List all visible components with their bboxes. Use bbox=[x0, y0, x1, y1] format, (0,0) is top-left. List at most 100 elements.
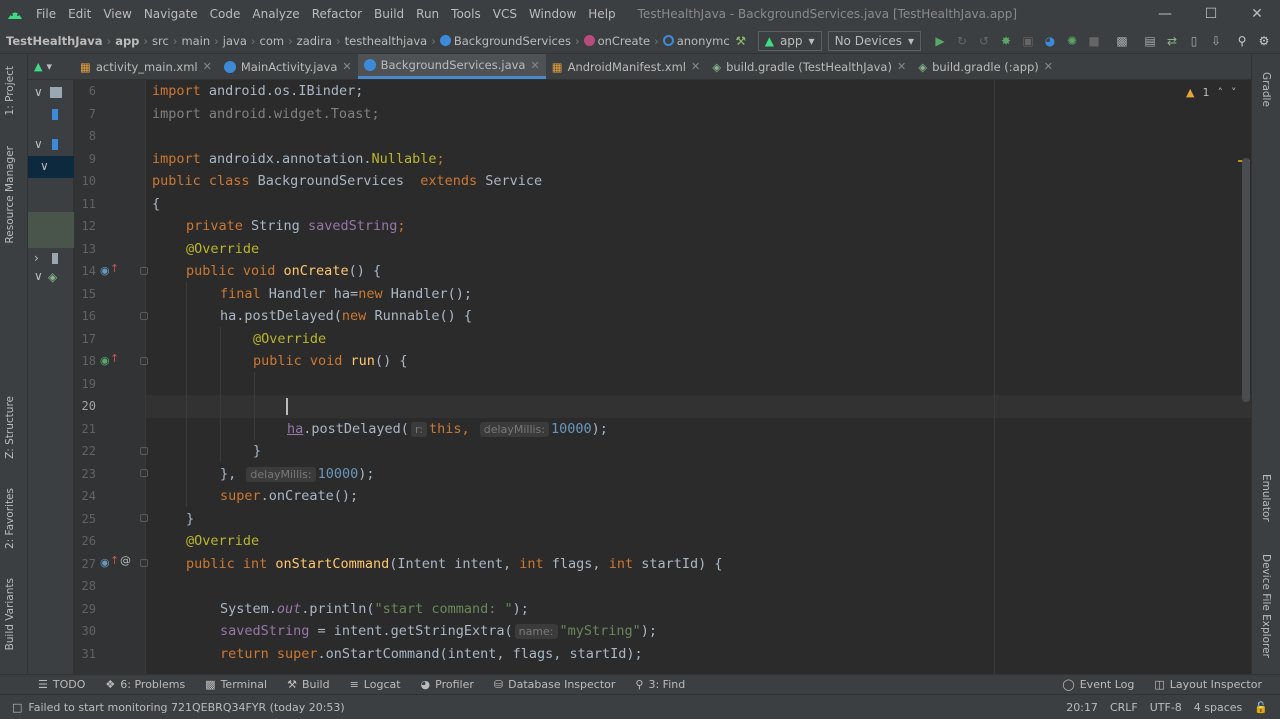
menu-refactor[interactable]: Refactor bbox=[306, 0, 368, 28]
sync-gradle-icon[interactable]: ⇄ bbox=[1161, 30, 1183, 52]
build-tool-button[interactable]: ⚒ Build bbox=[277, 678, 340, 691]
menu-navigate[interactable]: Navigate bbox=[138, 0, 204, 28]
vertical-scrollbar[interactable] bbox=[1242, 158, 1250, 402]
project-structure-icon[interactable]: ▩ bbox=[1111, 30, 1133, 52]
fold-marker[interactable] bbox=[140, 447, 148, 455]
settings-icon[interactable]: ⚙ bbox=[1253, 30, 1275, 52]
tree-row[interactable]: ∨ bbox=[28, 134, 74, 156]
fold-marker[interactable] bbox=[140, 357, 148, 365]
breadcrumb-src[interactable]: src bbox=[152, 34, 169, 48]
menu-tools[interactable]: Tools bbox=[445, 0, 487, 28]
coverage-icon[interactable]: ✺ bbox=[1061, 30, 1083, 52]
tree-row[interactable] bbox=[28, 104, 74, 126]
close-tab-icon[interactable]: ✕ bbox=[897, 60, 906, 73]
tree-row[interactable] bbox=[28, 212, 74, 248]
attach-debugger-icon[interactable]: ▣ bbox=[1017, 30, 1039, 52]
chevron-up-icon[interactable]: ˄ bbox=[1217, 86, 1223, 99]
tab-main-activity-java[interactable]: MainActivity.java ✕ bbox=[218, 54, 358, 79]
close-tab-icon[interactable]: ✕ bbox=[342, 60, 351, 73]
apply-code-changes-icon[interactable]: ↺ bbox=[973, 30, 995, 52]
chevron-down-icon[interactable]: ▾ bbox=[46, 60, 52, 73]
breadcrumb-zadira[interactable]: zadira bbox=[297, 34, 332, 48]
breadcrumb-class[interactable]: BackgroundServices bbox=[454, 34, 571, 48]
close-button[interactable]: ✕ bbox=[1234, 0, 1280, 28]
terminal-tool-button[interactable]: ▩ Terminal bbox=[195, 678, 277, 691]
maximize-button[interactable]: ☐ bbox=[1188, 0, 1234, 28]
menu-run[interactable]: Run bbox=[410, 0, 445, 28]
breadcrumb-app[interactable]: app bbox=[115, 34, 139, 48]
tab-android-manifest-xml[interactable]: ▦ AndroidManifest.xml ✕ bbox=[546, 54, 707, 79]
breadcrumb-method[interactable]: onCreate bbox=[598, 34, 651, 48]
menu-view[interactable]: View bbox=[97, 0, 137, 28]
breadcrumb-project[interactable]: TestHealthJava bbox=[6, 34, 103, 48]
search-icon[interactable]: ⚲ bbox=[1231, 30, 1253, 52]
fold-marker[interactable] bbox=[140, 559, 148, 567]
fold-marker[interactable] bbox=[140, 514, 148, 522]
profile-icon[interactable]: ◕ bbox=[1039, 30, 1061, 52]
fold-marker[interactable] bbox=[140, 469, 148, 477]
tab-build-gradle-app[interactable]: ◈ build.gradle (:app) ✕ bbox=[912, 54, 1059, 79]
find-tool-button[interactable]: ⚲ 3: Find bbox=[625, 678, 695, 691]
menu-file[interactable]: File bbox=[30, 0, 62, 28]
structure-tool-tab[interactable]: Z: Structure bbox=[4, 396, 16, 459]
favorites-tool-tab[interactable]: 2: Favorites bbox=[4, 488, 16, 549]
gradle-tool-tab[interactable]: Gradle bbox=[1260, 72, 1272, 107]
terminal-toolbar-icon[interactable]: ▤ bbox=[1139, 30, 1161, 52]
run-icon[interactable]: ▶ bbox=[929, 30, 951, 52]
indent-setting[interactable]: 4 spaces bbox=[1194, 701, 1243, 714]
breadcrumb-package[interactable]: testhealthjava bbox=[345, 34, 428, 48]
tab-activity-main-xml[interactable]: ▦ activity_main.xml ✕ bbox=[74, 54, 218, 79]
menu-vcs[interactable]: VCS bbox=[487, 0, 523, 28]
close-tab-icon[interactable]: ✕ bbox=[530, 59, 539, 72]
caret-position[interactable]: 20:17 bbox=[1066, 701, 1098, 714]
close-tab-icon[interactable]: ✕ bbox=[1044, 60, 1053, 73]
close-tab-icon[interactable]: ✕ bbox=[691, 60, 700, 73]
line-separator[interactable]: CRLF bbox=[1110, 701, 1138, 714]
tab-background-services-java[interactable]: BackgroundServices.java ✕ bbox=[357, 54, 546, 79]
minimize-button[interactable]: — bbox=[1142, 0, 1188, 28]
build-variants-tool-tab[interactable]: Build Variants bbox=[4, 578, 16, 650]
menu-help[interactable]: Help bbox=[582, 0, 621, 28]
run-config-select[interactable]: ▲ app ▾ bbox=[757, 30, 822, 51]
status-message[interactable]: Failed to start monitoring 721QEBRQ34FYR… bbox=[28, 701, 344, 714]
layout-inspector-tool-button[interactable]: ◫ Layout Inspector bbox=[1144, 678, 1272, 691]
tree-row-selected[interactable]: ∨ bbox=[28, 156, 74, 178]
device-file-explorer-tool-tab[interactable]: Device File Explorer bbox=[1260, 554, 1272, 658]
problems-tool-button[interactable]: ❖ 6: Problems bbox=[95, 678, 195, 691]
tree-row[interactable]: ∨ bbox=[28, 82, 74, 104]
file-encoding[interactable]: UTF-8 bbox=[1150, 701, 1182, 714]
close-tab-icon[interactable]: ✕ bbox=[203, 60, 212, 73]
resource-manager-tool-tab[interactable]: Resource Manager bbox=[4, 146, 16, 244]
implement-gutter-icon[interactable]: ◉ bbox=[100, 354, 110, 367]
stop-icon[interactable]: ■ bbox=[1083, 30, 1105, 52]
profiler-tool-button[interactable]: ◕ Profiler bbox=[411, 678, 484, 691]
avd-manager-icon[interactable]: ▯ bbox=[1183, 30, 1205, 52]
chevron-down-icon[interactable]: ˅ bbox=[1231, 86, 1237, 99]
hammer-icon[interactable]: ⚒ bbox=[730, 30, 752, 52]
menu-analyze[interactable]: Analyze bbox=[246, 0, 305, 28]
fold-marker[interactable] bbox=[140, 267, 148, 275]
event-log-tool-button[interactable]: ◯ Event Log bbox=[1052, 678, 1144, 691]
emulator-tool-tab[interactable]: Emulator bbox=[1260, 474, 1272, 522]
device-select[interactable]: No Devices ▾ bbox=[827, 30, 922, 51]
tree-row[interactable]: ∨ ◈ bbox=[28, 266, 74, 288]
breadcrumb-main[interactable]: main bbox=[181, 34, 210, 48]
breadcrumb-anonymous[interactable]: anonymc bbox=[677, 34, 730, 48]
todo-tool-button[interactable]: ☰ TODO bbox=[0, 678, 95, 691]
project-tool-tab[interactable]: 1: Project bbox=[4, 66, 16, 115]
menu-build[interactable]: Build bbox=[368, 0, 410, 28]
logcat-tool-button[interactable]: ≡ Logcat bbox=[340, 678, 411, 691]
breadcrumb-java[interactable]: java bbox=[223, 34, 247, 48]
override-gutter-icon[interactable]: ◉ bbox=[100, 264, 110, 277]
override-gutter-icon[interactable]: ◉ bbox=[100, 556, 110, 569]
sdk-manager-icon[interactable]: ⇩ bbox=[1205, 30, 1227, 52]
debug-icon[interactable]: ✸ bbox=[995, 30, 1017, 52]
menu-code[interactable]: Code bbox=[204, 0, 247, 28]
fold-marker[interactable] bbox=[140, 312, 148, 320]
tab-build-gradle-project[interactable]: ◈ build.gradle (TestHealthJava) ✕ bbox=[706, 54, 912, 79]
breadcrumb-com[interactable]: com bbox=[260, 34, 285, 48]
status-toggle-icon[interactable]: □ bbox=[0, 701, 28, 714]
code-editor[interactable]: 6 7 8 9 10 11 12 13 14 15 16 17 18 19 20… bbox=[74, 80, 1251, 674]
menu-window[interactable]: Window bbox=[523, 0, 582, 28]
apply-changes-icon[interactable]: ↻ bbox=[951, 30, 973, 52]
